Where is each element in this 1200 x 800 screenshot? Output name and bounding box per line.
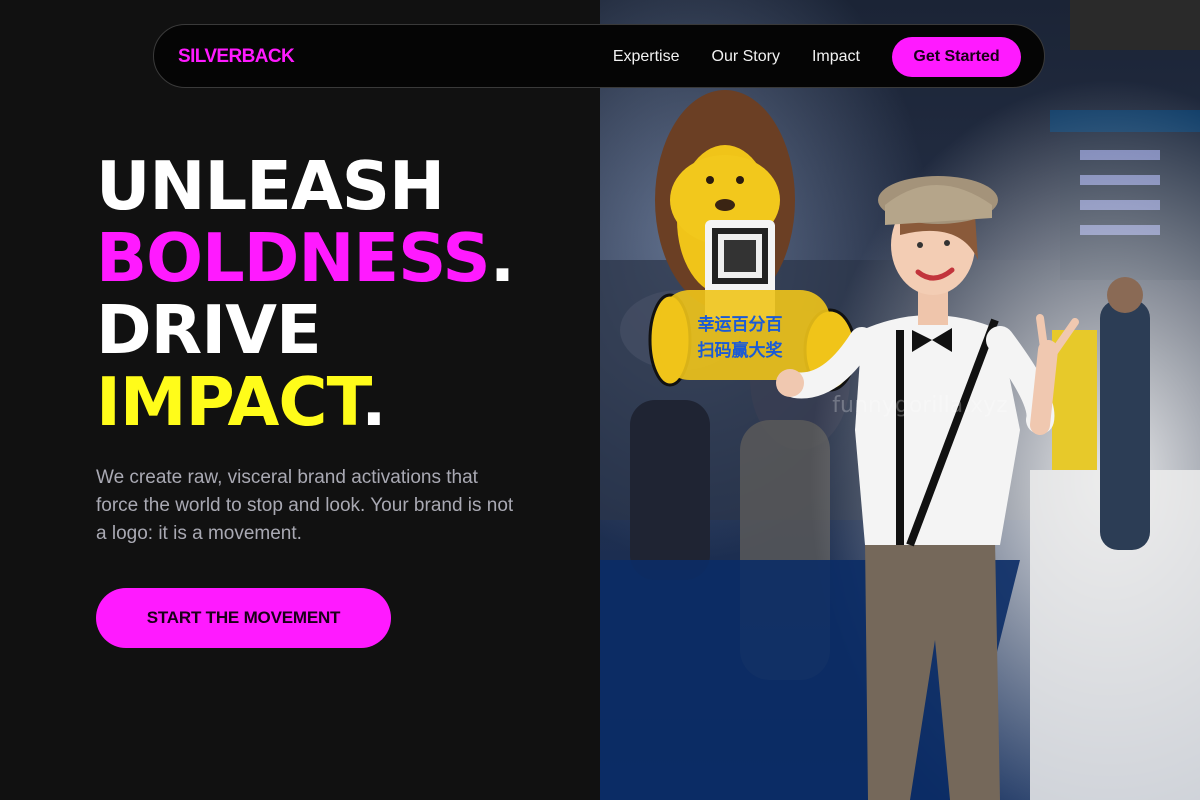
hero-title-word-impact: IMPACT [96, 363, 362, 441]
hero-title-word-unleash: UNLEASH [96, 147, 445, 225]
start-movement-button[interactable]: START THE MOVEMENT [96, 588, 391, 648]
hero-title-line-2: BOLDNESS. [96, 219, 515, 297]
nav-link-expertise[interactable]: Expertise [613, 45, 680, 69]
sign-text-2: 扫码赢大奖 [698, 340, 784, 361]
sign-text-1: 幸运百分百 [698, 314, 783, 335]
hero-title-word-boldness: BOLDNESS [96, 219, 491, 297]
watermark: funnygorilla.xyz [832, 393, 1007, 418]
hero-title-dot: . [361, 363, 386, 441]
hero-title: UNLEASH BOLDNESS. DRIVE IMPACT. [96, 150, 515, 438]
hero-description: We create raw, visceral brand activation… [96, 467, 514, 544]
hero-title-line-3: DRIVE [96, 294, 514, 366]
hero-title-line-4: IMPACT. [96, 366, 514, 438]
nav-link-impact[interactable]: Impact [812, 45, 860, 69]
top-navigation: SILVERBACK Expertise Our Story Impact Ge… [153, 24, 1045, 88]
hero-title-dot: . [489, 219, 515, 297]
landing-page: 幸运百分百 扫码赢大奖 funnygorilla.xyz SILVERBACK … [0, 0, 1200, 800]
hero-photo: 幸运百分百 扫码赢大奖 funnygorilla.xyz [600, 0, 1200, 800]
nav-links: Expertise Our Story Impact [613, 45, 860, 69]
hero-title-line-1: UNLEASH [96, 150, 514, 222]
nav-link-our-story[interactable]: Our Story [712, 45, 780, 69]
get-started-button[interactable]: Get Started [892, 37, 1021, 77]
hero-title-word-drive: DRIVE [96, 291, 322, 369]
brand-logo[interactable]: SILVERBACK [178, 45, 295, 69]
